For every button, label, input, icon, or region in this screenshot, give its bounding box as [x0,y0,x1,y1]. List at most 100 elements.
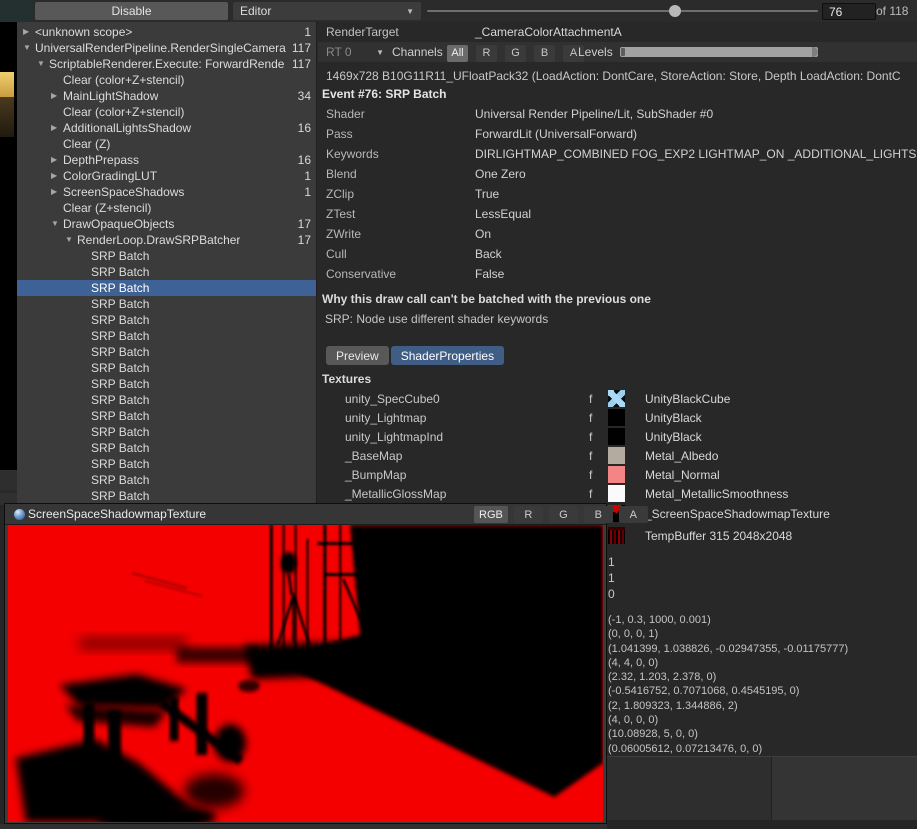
tree-row[interactable]: SRP Batch [17,456,316,472]
scene-object-fragment-side [0,97,14,137]
channel-button[interactable]: R [476,45,497,62]
tree-row[interactable]: ▶ ColorGradingLUT 1 [17,168,316,184]
texture-thumbnail[interactable] [608,466,625,483]
tree-row[interactable]: SRP Batch [17,440,316,456]
tab-button[interactable]: Preview [326,346,389,365]
tree-row[interactable]: SRP Batch [17,488,316,504]
tree-row[interactable]: SRP Batch [17,264,316,280]
foldout-arrow-icon[interactable]: ▼ [65,232,77,248]
vector-value: (4, 0, 0, 0) [608,713,848,727]
detail-row: Pass ForwardLit (UniversalForward) [318,124,917,144]
frame-number-input[interactable]: 76 [822,3,876,20]
buffer-info-line: 1469x728 B10G11R11_UFloatPack32 (LoadAct… [326,69,901,83]
texture-thumbnail[interactable] [608,409,625,426]
texture-row[interactable]: _BaseMap f Metal_Albedo [318,446,917,465]
texture-thumbnail[interactable] [608,447,625,464]
foldout-arrow-icon[interactable]: ▶ [51,88,63,104]
texture-asset-label: UnityBlack [645,411,702,425]
tree-row[interactable]: ▼ ScriptableRenderer.Execute: ForwardRen… [17,56,316,72]
tree-row[interactable]: ▼ RenderLoop.DrawSRPBatcher 17 [17,232,316,248]
tree-row-label: Clear (color+Z+stencil) [63,72,184,88]
foldout-arrow-icon[interactable]: ▼ [37,56,49,72]
frame-slider-handle[interactable] [669,5,681,17]
texture-thumbnail[interactable] [608,390,625,407]
detail-row: Conservative False [318,264,917,284]
shadowmap-preview-image [8,525,603,822]
tree-row-label: AdditionalLightsShadow [63,120,191,136]
tree-row[interactable]: ▶ <unknown scope> 1 [17,24,316,40]
preview-title: ScreenSpaceShadowmapTexture [28,504,206,525]
tree-row[interactable]: SRP Batch [17,424,316,440]
preview-channel-button[interactable]: B [584,506,613,523]
texture-thumbnail[interactable] [608,428,625,445]
tree-row[interactable]: SRP Batch [17,360,316,376]
rt-index-dropdown[interactable]: RT 0 ▼ [322,44,388,60]
tree-row[interactable]: ▶ DepthPrepass 16 [17,152,316,168]
tree-row[interactable]: SRP Batch [17,472,316,488]
texture-asset-label: UnityBlackCube [645,392,730,406]
tree-row[interactable]: SRP Batch [17,408,316,424]
foldout-arrow-icon[interactable]: ▶ [23,24,35,40]
preview-channel-button[interactable]: G [549,506,578,523]
tree-row-count: 1 [304,24,316,40]
disable-button[interactable]: Disable [35,2,228,20]
detail-value: True [475,184,499,204]
channel-button[interactable]: B [534,45,555,62]
tree-row[interactable]: ▶ ScreenSpaceShadows 1 [17,184,316,200]
tree-row[interactable]: SRP Batch [17,344,316,360]
tree-row-label: <unknown scope> [35,24,132,40]
preview-channel-button[interactable]: RGB [474,506,508,523]
preview-title-bar[interactable]: ScreenSpaceShadowmapTexture RGB R G B A [5,504,606,525]
tree-row[interactable]: SRP Batch [17,392,316,408]
event-tree: ▶ <unknown scope> 1 ▼ UniversalRenderPip… [17,22,317,505]
foldout-arrow-icon[interactable]: ▶ [51,184,63,200]
detail-value: One Zero [475,164,526,184]
detail-row: ZTest LessEqual [318,204,917,224]
detail-label: ZTest [326,204,355,224]
texture-row[interactable]: unity_LightmapInd f UnityBlack [318,427,917,446]
tree-row[interactable]: Clear (color+Z+stencil) [17,72,316,88]
vector-value: (4, 4, 0, 0) [608,656,848,670]
foldout-arrow-icon[interactable]: ▶ [51,120,63,136]
foldout-arrow-icon[interactable]: ▼ [23,40,35,56]
preview-channel-button[interactable]: R [514,506,543,523]
texture-row[interactable]: unity_Lightmap f UnityBlack [318,408,917,427]
foldout-arrow-icon[interactable]: ▼ [51,216,63,232]
tree-row-label: RenderLoop.DrawSRPBatcher [77,232,240,248]
texture-asset-label: Metal_Albedo [645,449,718,463]
tree-row[interactable]: Clear (color+Z+stencil) [17,104,316,120]
foldout-arrow-icon[interactable]: ▶ [51,168,63,184]
tree-row[interactable]: SRP Batch [17,312,316,328]
levels-range-slider[interactable] [620,47,818,57]
tree-row[interactable]: ▼ DrawOpaqueObjects 17 [17,216,316,232]
texture-property-name: _BaseMap [345,449,402,463]
preview-channel-button[interactable]: A [619,506,648,523]
channel-button[interactable]: All [447,45,468,62]
tree-row[interactable]: ▶ AdditionalLightsShadow 16 [17,120,316,136]
tree-row[interactable]: ▶ MainLightShadow 34 [17,88,316,104]
tab-button[interactable]: ShaderProperties [391,346,504,365]
tree-row[interactable]: SRP Batch [17,280,316,296]
tree-row-label: Clear (Z+stencil) [63,200,151,216]
detail-row: Blend One Zero [318,164,917,184]
foldout-arrow-icon[interactable]: ▶ [51,152,63,168]
tree-row[interactable]: SRP Batch [17,248,316,264]
tree-row[interactable]: Clear (Z+stencil) [17,200,316,216]
detail-label: Cull [326,244,347,264]
channel-button[interactable]: G [505,45,526,62]
texture-preview-window[interactable]: ScreenSpaceShadowmapTexture RGB R G B A [4,503,607,824]
texture-thumbnail[interactable] [608,485,625,502]
tree-row[interactable]: ▼ UniversalRenderPipeline.RenderSingleCa… [17,40,316,56]
event-title: Event #76: SRP Batch [322,87,447,101]
texture-row[interactable]: unity_SpecCube0 f UnityBlackCube [318,389,917,408]
tree-row[interactable]: SRP Batch [17,296,316,312]
tree-row[interactable]: SRP Batch [17,376,316,392]
frame-slider-track[interactable] [427,10,818,12]
texture-row[interactable]: _BumpMap f Metal_Normal [318,465,917,484]
target-dropdown[interactable]: Editor ▼ [233,2,421,20]
tree-row-label: SRP Batch [91,408,149,424]
texture-thumbnail[interactable] [608,527,625,544]
tree-row[interactable]: Clear (Z) [17,136,316,152]
texture-row[interactable]: _MetallicGlossMap f Metal_MetallicSmooth… [318,484,917,503]
tree-row[interactable]: SRP Batch [17,328,316,344]
